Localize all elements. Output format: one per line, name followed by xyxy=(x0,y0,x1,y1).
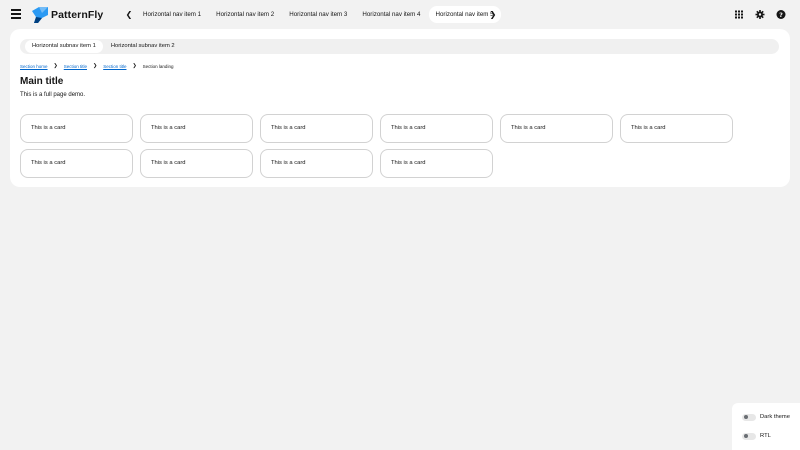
card[interactable]: This is a card xyxy=(260,149,373,178)
breadcrumb-link-section[interactable]: Section title xyxy=(103,64,126,69)
grid-icon[interactable] xyxy=(734,9,744,20)
nav-item-1[interactable]: Horizontal nav item 1 xyxy=(136,6,208,23)
svg-text:?: ? xyxy=(779,11,783,19)
main-panel: Horizontal subnav item 1 Horizontal subn… xyxy=(10,29,790,187)
nav-item-2[interactable]: Horizontal nav item 2 xyxy=(209,6,281,23)
card[interactable]: This is a card xyxy=(140,114,253,143)
patternfly-logo-icon xyxy=(32,6,48,23)
card[interactable]: This is a card xyxy=(140,149,253,178)
card[interactable]: This is a card xyxy=(380,114,493,143)
chevron-right-icon[interactable]: ❯ xyxy=(488,9,498,21)
card[interactable]: This is a card xyxy=(20,114,133,143)
brand-name: PatternFly xyxy=(51,8,104,21)
toggle-knob xyxy=(743,434,748,438)
chevron-left-icon[interactable]: ❮ xyxy=(124,9,134,21)
breadcrumb-link-section[interactable]: Section title xyxy=(64,64,87,69)
subnav-item-2[interactable]: Horizontal subnav item 2 xyxy=(104,40,182,53)
brand-logo[interactable]: PatternFly xyxy=(32,6,103,23)
horizontal-nav: Horizontal nav item 1 Horizontal nav ite… xyxy=(136,6,502,23)
breadcrumb-current: Section landing xyxy=(142,63,174,69)
subnav-item-1[interactable]: Horizontal subnav item 1 xyxy=(25,40,103,53)
theme-switcher: Dark theme RTL xyxy=(732,403,800,450)
toggle-switch[interactable] xyxy=(742,432,756,440)
card[interactable]: This is a card xyxy=(260,114,373,143)
nav-item-3[interactable]: Horizontal nav item 3 xyxy=(282,6,354,23)
page-title: Main title xyxy=(20,76,64,87)
masthead: PatternFly ❮ Horizontal nav item 1 Horiz… xyxy=(0,0,800,29)
card[interactable]: This is a card xyxy=(380,149,493,178)
page-description: This is a full page demo. xyxy=(20,92,86,98)
chevron-right-icon: ❯ xyxy=(93,63,98,69)
toggle-knob xyxy=(743,415,748,419)
gear-icon[interactable] xyxy=(755,9,765,20)
breadcrumb: Section home ❯ Section title ❯ Section t… xyxy=(20,63,173,69)
breadcrumb-link-home[interactable]: Section home xyxy=(20,64,48,69)
chevron-right-icon: ❯ xyxy=(53,63,58,69)
dark-theme-toggle[interactable]: Dark theme xyxy=(742,412,790,422)
card[interactable]: This is a card xyxy=(20,149,133,178)
card[interactable]: This is a card xyxy=(620,114,733,143)
rtl-toggle[interactable]: RTL xyxy=(742,431,771,441)
rtl-label: RTL xyxy=(760,433,771,439)
card[interactable]: This is a card xyxy=(500,114,613,143)
hamburger-icon[interactable] xyxy=(11,9,23,21)
question-circle-icon[interactable]: ? xyxy=(776,9,786,20)
chevron-right-icon: ❯ xyxy=(132,63,137,69)
dark-theme-label: Dark theme xyxy=(760,414,790,420)
nav-item-4[interactable]: Horizontal nav item 4 xyxy=(355,6,427,23)
toggle-switch[interactable] xyxy=(742,413,756,421)
horizontal-subnav: Horizontal subnav item 1 Horizontal subn… xyxy=(20,39,779,54)
